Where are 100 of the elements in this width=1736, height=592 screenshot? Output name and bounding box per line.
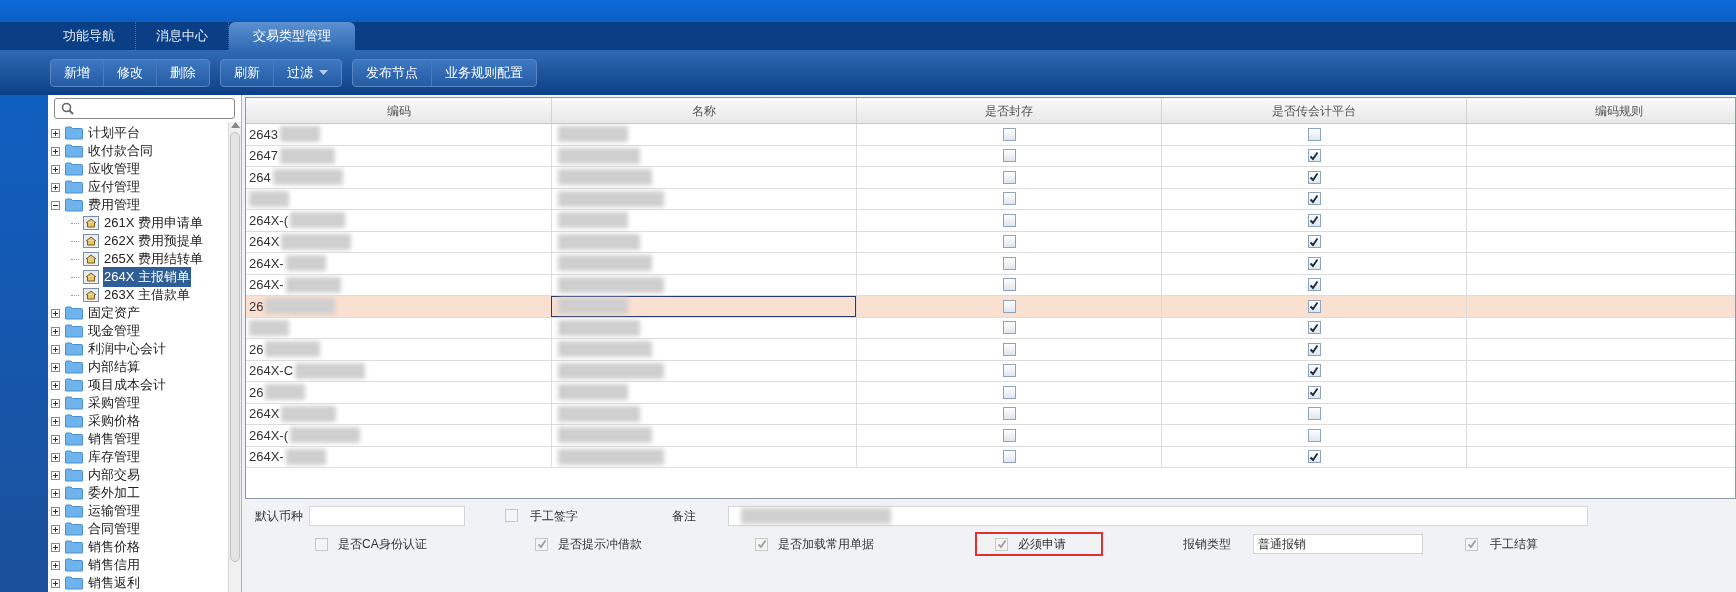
- checkbox[interactable]: [1002, 364, 1016, 378]
- tree-item[interactable]: 内部结算: [88, 357, 140, 377]
- checkbox[interactable]: [1002, 278, 1016, 292]
- tree-item[interactable]: 销售返利: [88, 573, 140, 592]
- checkbox[interactable]: [1307, 192, 1321, 206]
- tree-item[interactable]: 运输管理: [88, 501, 140, 521]
- checkbox[interactable]: [1307, 278, 1321, 292]
- checkbox[interactable]: [1002, 235, 1016, 249]
- remark-field[interactable]: [728, 505, 1588, 526]
- checkbox[interactable]: [1307, 321, 1321, 335]
- tree-item[interactable]: 采购价格: [88, 411, 140, 431]
- expand-icon[interactable]: [51, 344, 60, 354]
- column-header[interactable]: 是否封存: [856, 98, 1161, 123]
- tree-item[interactable]: 费用管理: [88, 195, 140, 215]
- expense-type-field[interactable]: 普通报销: [1253, 534, 1423, 554]
- column-header[interactable]: 是否传会计平台: [1161, 98, 1466, 123]
- checkbox[interactable]: [1002, 149, 1016, 163]
- table-row[interactable]: 26: [246, 296, 1735, 318]
- checkbox[interactable]: [1002, 428, 1016, 442]
- table-row[interactable]: 264: [246, 167, 1735, 189]
- checkbox[interactable]: [1307, 170, 1321, 184]
- expand-icon[interactable]: [51, 416, 60, 426]
- scrollbar[interactable]: [228, 122, 241, 592]
- collapse-icon[interactable]: [51, 200, 60, 210]
- table-row[interactable]: 264X-: [246, 274, 1735, 296]
- checkbox[interactable]: [1002, 256, 1016, 270]
- checkbox[interactable]: [995, 537, 1008, 551]
- tree-item[interactable]: 销售价格: [88, 537, 140, 557]
- tree-item[interactable]: 现金管理: [88, 321, 140, 341]
- checkbox[interactable]: [1307, 149, 1321, 163]
- expand-icon[interactable]: [51, 182, 60, 192]
- tree-item[interactable]: 库存管理: [88, 447, 140, 467]
- checkbox[interactable]: [1002, 342, 1016, 356]
- tree-item[interactable]: 委外加工: [88, 483, 140, 503]
- expand-icon[interactable]: [51, 128, 60, 138]
- expand-icon[interactable]: [51, 524, 60, 534]
- expand-icon[interactable]: [51, 470, 60, 480]
- checkbox[interactable]: [1307, 235, 1321, 249]
- tree-item[interactable]: 265X 费用结转单: [103, 249, 204, 269]
- checkbox[interactable]: [1002, 321, 1016, 335]
- checkbox[interactable]: [1002, 385, 1016, 399]
- checkbox[interactable]: [315, 537, 328, 551]
- toolbar-button[interactable]: 发布节点: [353, 59, 431, 86]
- checkbox[interactable]: [1002, 450, 1016, 464]
- checkbox[interactable]: [535, 537, 548, 551]
- tree-item[interactable]: 采购管理: [88, 393, 140, 413]
- expand-icon[interactable]: [51, 542, 60, 552]
- tree-item[interactable]: 应付管理: [88, 177, 140, 197]
- checkbox[interactable]: [1465, 537, 1478, 551]
- table-row[interactable]: 264X: [246, 231, 1735, 253]
- table-row[interactable]: 26: [246, 382, 1735, 404]
- checkbox[interactable]: [505, 509, 518, 522]
- checkbox[interactable]: [1307, 213, 1321, 227]
- column-header[interactable]: 编码规则: [1466, 98, 1736, 123]
- checkbox[interactable]: [1307, 127, 1321, 141]
- checkbox[interactable]: [1002, 299, 1016, 313]
- expand-icon[interactable]: [51, 326, 60, 336]
- table-row[interactable]: 264X-C: [246, 360, 1735, 382]
- table-row[interactable]: 264X-(: [246, 210, 1735, 232]
- tree-item[interactable]: 内部交易: [88, 465, 140, 485]
- checkbox[interactable]: [1307, 342, 1321, 356]
- tree-item[interactable]: 销售管理: [88, 429, 140, 449]
- toolbar-button[interactable]: 修改: [103, 59, 156, 86]
- table-row[interactable]: 2647: [246, 145, 1735, 167]
- tree-item[interactable]: 固定资产: [88, 303, 140, 323]
- tree-item[interactable]: 销售信用: [88, 555, 140, 575]
- expand-icon[interactable]: [51, 308, 60, 318]
- table-row[interactable]: 26: [246, 339, 1735, 361]
- tree-item[interactable]: 合同管理: [88, 519, 140, 539]
- expand-icon[interactable]: [51, 452, 60, 462]
- checkbox[interactable]: [1002, 192, 1016, 206]
- checkbox[interactable]: [1307, 299, 1321, 313]
- tree-item[interactable]: 项目成本会计: [88, 375, 166, 395]
- table-row[interactable]: 264X-(: [246, 425, 1735, 447]
- expand-icon[interactable]: [51, 362, 60, 372]
- checkbox[interactable]: [1002, 127, 1016, 141]
- tree-item[interactable]: 应收管理: [88, 159, 140, 179]
- expand-icon[interactable]: [51, 434, 60, 444]
- column-header[interactable]: 编码: [246, 98, 551, 123]
- checkbox[interactable]: [1307, 256, 1321, 270]
- toolbar-button[interactable]: 删除: [156, 59, 209, 86]
- expand-icon[interactable]: [51, 380, 60, 390]
- expand-icon[interactable]: [51, 164, 60, 174]
- tree-item[interactable]: 262X 费用预提单: [103, 231, 204, 251]
- table-row[interactable]: 264X-: [246, 253, 1735, 275]
- toolbar-button[interactable]: 业务规则配置: [431, 59, 536, 86]
- currency-field[interactable]: [309, 505, 465, 526]
- scrollbar-thumb[interactable]: [230, 132, 240, 562]
- checkbox[interactable]: [1307, 450, 1321, 464]
- checkbox[interactable]: [1307, 428, 1321, 442]
- tree-item[interactable]: 261X 费用申请单: [103, 213, 204, 233]
- table-row[interactable]: 264X: [246, 403, 1735, 425]
- column-header[interactable]: 名称: [551, 98, 856, 123]
- search-field[interactable]: [54, 98, 235, 119]
- toolbar-button[interactable]: 新增: [51, 59, 103, 86]
- tree-item[interactable]: 263X 主借款单: [103, 285, 191, 305]
- tree-item[interactable]: 收付款合同: [88, 141, 153, 161]
- checkbox[interactable]: [1307, 364, 1321, 378]
- tab[interactable]: 交易类型管理: [229, 22, 355, 50]
- checkbox[interactable]: [1307, 407, 1321, 421]
